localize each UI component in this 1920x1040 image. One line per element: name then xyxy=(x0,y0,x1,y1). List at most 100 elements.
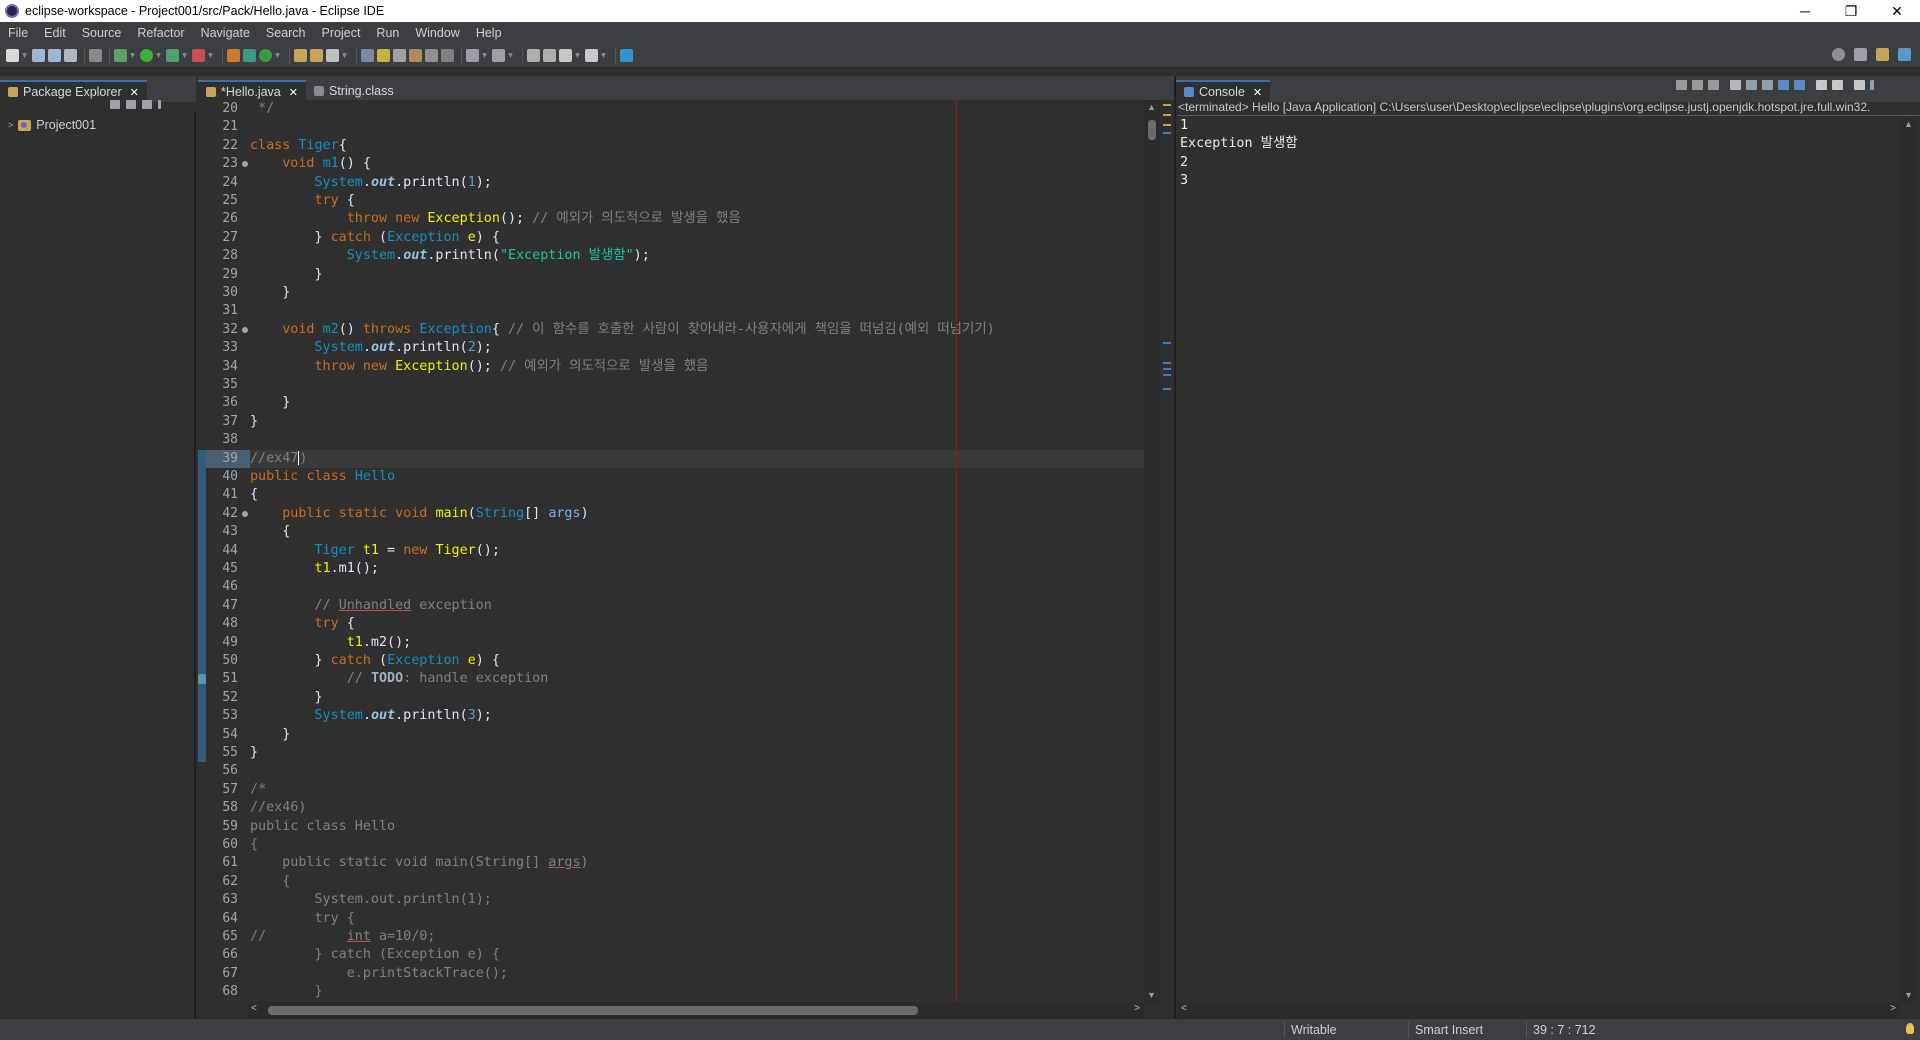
menu-project[interactable]: Project xyxy=(318,26,373,40)
search-icon[interactable] xyxy=(1832,48,1845,61)
code-line[interactable]: e.printStackTrace(); xyxy=(250,965,508,983)
next-annotation-icon[interactable] xyxy=(466,49,479,62)
scroll-down-arrow-icon[interactable]: ▼ xyxy=(1147,990,1156,1000)
code-line[interactable]: System.out.println(3); xyxy=(250,707,492,725)
open-console-icon[interactable] xyxy=(1854,80,1865,90)
editor-vertical-scrollbar[interactable]: ▲ ▼ xyxy=(1144,100,1160,1002)
code-line[interactable]: } xyxy=(250,744,258,762)
code-line[interactable]: //ex46) xyxy=(250,799,306,817)
console-output[interactable]: 1 Exception 발생함 2 3 xyxy=(1178,117,1896,1002)
java-perspective-icon[interactable] xyxy=(1876,48,1889,61)
fold-collapse-icon[interactable] xyxy=(242,161,248,168)
code-line[interactable]: { xyxy=(250,486,258,504)
code-line[interactable]: } xyxy=(250,266,322,284)
tab-string-class[interactable]: String.class xyxy=(306,80,402,102)
save-all-icon[interactable] xyxy=(48,49,61,62)
code-line[interactable]: try { xyxy=(250,192,355,210)
show-paragraph-icon[interactable] xyxy=(441,49,454,62)
pane-divider[interactable] xyxy=(1174,76,1176,1018)
coverage-icon[interactable] xyxy=(166,49,179,62)
menu-help[interactable]: Help xyxy=(472,26,514,40)
code-line[interactable]: { xyxy=(250,523,290,541)
code-line[interactable]: System.out.println(1); xyxy=(250,891,491,909)
code-line[interactable]: } xyxy=(250,726,290,744)
display-console-icon[interactable] xyxy=(1832,80,1843,90)
debug-perspective-icon[interactable] xyxy=(1898,48,1911,61)
scroll-down-arrow-icon[interactable]: ▼ xyxy=(1904,990,1913,1000)
code-line[interactable]: } xyxy=(250,689,322,707)
code-line[interactable]: // Unhandled exception xyxy=(250,597,492,615)
forward-icon[interactable] xyxy=(585,49,598,62)
status-insert-mode[interactable]: Smart Insert xyxy=(1408,1022,1524,1038)
clear-console-icon[interactable] xyxy=(1730,80,1741,90)
code-line[interactable]: } xyxy=(250,983,322,1001)
open-task-icon[interactable] xyxy=(310,49,323,62)
code-line[interactable]: // int a=10/0; xyxy=(250,928,435,946)
expand-arrow-icon[interactable]: > xyxy=(8,120,13,130)
word-wrap-icon[interactable] xyxy=(1762,80,1773,90)
overview-marker[interactable] xyxy=(1163,374,1171,376)
new-icon[interactable] xyxy=(6,49,19,62)
code-editor[interactable]: 20 21 22 23 24 25 26 27 28 29 30 31 32 33 34 35 36 37 38 39… xyxy=(198,100,1144,1002)
code-line[interactable]: void m2() throws Exception{ // 이 함수를 호출한… xyxy=(250,321,994,339)
new-dropdown-icon[interactable] xyxy=(22,53,27,58)
overview-marker[interactable] xyxy=(1163,124,1171,126)
code-line[interactable]: // TODO: handle exception xyxy=(250,670,549,688)
code-line[interactable]: throw new Exception(); // 예외가 의도적으로 발생을 … xyxy=(250,358,709,376)
tree-item-project[interactable]: > Project001 xyxy=(8,118,96,132)
collapse-all-icon[interactable] xyxy=(110,100,120,109)
debug-icon[interactable] xyxy=(114,49,127,62)
scroll-left-arrow-icon[interactable]: < xyxy=(251,1003,257,1014)
show-whitespace-icon[interactable] xyxy=(409,49,422,62)
view-menu-icon[interactable] xyxy=(1870,80,1874,90)
new-class-dropdown-icon[interactable] xyxy=(275,53,280,58)
code-line[interactable]: } catch (Exception e) { xyxy=(250,229,499,247)
code-line[interactable]: { xyxy=(250,836,258,854)
menu-run[interactable]: Run xyxy=(372,26,411,40)
toggle-highlight-icon[interactable] xyxy=(377,49,390,62)
scrollbar-thumb[interactable] xyxy=(1148,120,1156,140)
overview-marker[interactable] xyxy=(1163,368,1171,370)
view-menu-icon[interactable] xyxy=(142,100,152,109)
overview-marker[interactable] xyxy=(1163,104,1171,106)
toggle-block-selection-icon[interactable] xyxy=(393,49,406,62)
code-line[interactable]: t1.m2(); xyxy=(250,634,412,652)
search-dropdown-icon[interactable] xyxy=(342,53,347,58)
scroll-lock-icon[interactable] xyxy=(1746,80,1757,90)
code-line[interactable]: class Tiger{ xyxy=(250,137,347,155)
open-type-icon[interactable] xyxy=(294,49,307,62)
remove-all-launches-icon[interactable] xyxy=(1708,80,1719,90)
code-line[interactable]: } catch (Exception e) { xyxy=(250,946,499,964)
code-line[interactable]: //ex47) xyxy=(250,450,307,468)
forward-edit-icon[interactable] xyxy=(543,49,556,62)
menu-refactor[interactable]: Refactor xyxy=(133,26,196,40)
menu-window[interactable]: Window xyxy=(411,26,471,40)
menu-file[interactable]: File xyxy=(4,26,40,40)
scroll-right-arrow-icon[interactable]: > xyxy=(1890,1003,1896,1014)
remove-launch-icon[interactable] xyxy=(1692,80,1703,90)
scrollbar-thumb[interactable] xyxy=(268,1006,918,1015)
run-icon[interactable] xyxy=(140,49,153,62)
code-line[interactable]: System.out.println(2); xyxy=(250,339,492,357)
pin-editor-icon[interactable] xyxy=(620,49,633,62)
status-cursor-position[interactable]: 39 : 7 : 712 xyxy=(1526,1022,1636,1038)
code-line[interactable]: t1.m1(); xyxy=(250,560,380,578)
previous-annotation-icon[interactable] xyxy=(492,49,505,62)
console-vertical-scrollbar[interactable]: ▲ ▼ xyxy=(1900,117,1916,1002)
code-line[interactable]: { xyxy=(250,873,290,891)
code-line[interactable]: } catch (Exception e) { xyxy=(250,652,499,670)
code-line[interactable]: void m1() { xyxy=(250,155,371,173)
new-class-icon[interactable] xyxy=(259,49,272,62)
code-line[interactable]: try { xyxy=(250,910,354,928)
back-icon[interactable] xyxy=(559,49,572,62)
menu-search[interactable]: Search xyxy=(262,26,318,40)
back-dropdown-icon[interactable] xyxy=(575,53,580,58)
save-icon[interactable] xyxy=(32,49,45,62)
overview-marker[interactable] xyxy=(1163,362,1171,364)
show-on-stderr-icon[interactable] xyxy=(1794,80,1805,90)
console-horizontal-scrollbar[interactable]: < > xyxy=(1178,1002,1900,1018)
menu-edit[interactable]: Edit xyxy=(40,26,78,40)
tab-console[interactable]: Console ✕ xyxy=(1176,80,1271,102)
fold-collapse-icon[interactable] xyxy=(242,326,248,333)
task-marker-icon[interactable] xyxy=(198,674,206,685)
